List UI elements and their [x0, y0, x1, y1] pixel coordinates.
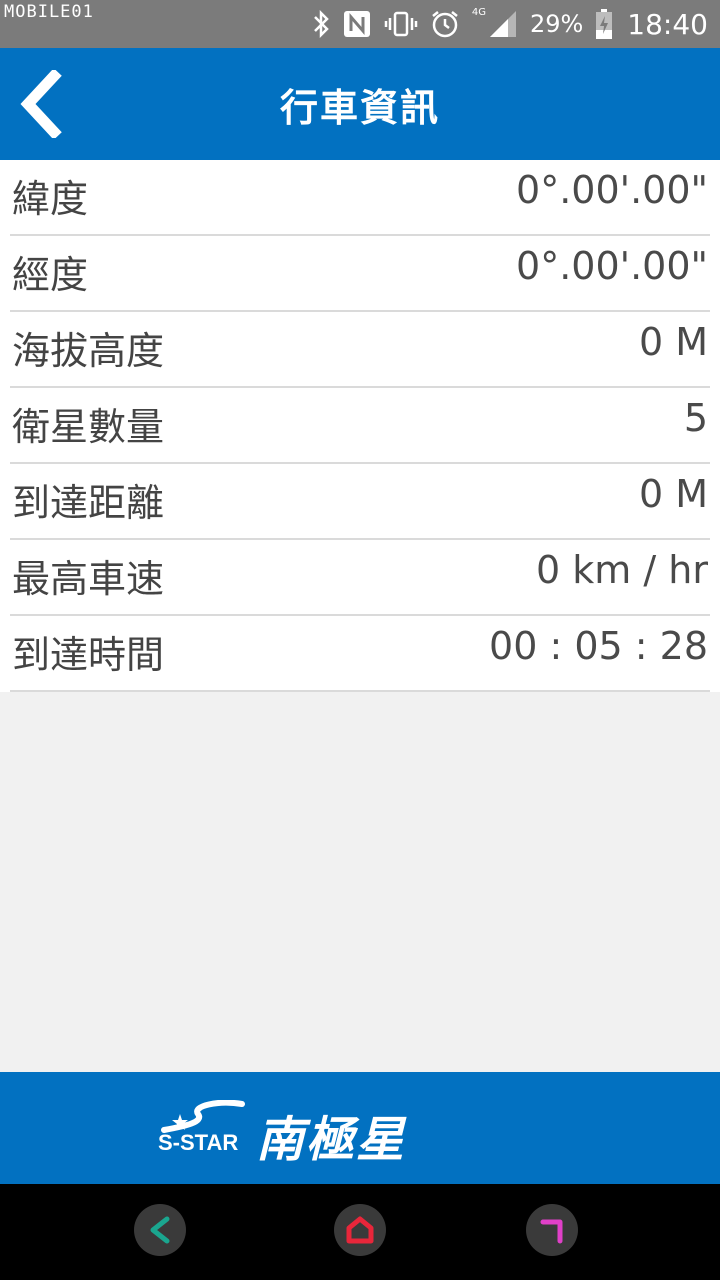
row-value: 0°.00'.00"	[516, 168, 708, 212]
info-row-satellites: 衛星數量 5	[10, 388, 710, 464]
row-value: 0 km / hr	[536, 548, 708, 592]
app-bar: 行車資訊	[0, 48, 720, 160]
info-row-latitude: 緯度 0°.00'.00"	[10, 160, 710, 236]
battery-charging-icon	[596, 9, 613, 39]
brand-logo: S-STAR 南極星	[158, 1100, 428, 1168]
row-label: 到達距離	[12, 481, 165, 525]
recent-apps-icon	[540, 1219, 563, 1244]
row-value: 5	[683, 396, 708, 440]
nav-back-button[interactable]	[134, 1204, 186, 1256]
signal-icon	[489, 11, 516, 37]
back-button[interactable]	[8, 66, 72, 142]
system-nav-bar	[0, 1184, 720, 1280]
vibrate-icon	[384, 11, 418, 37]
nfc-icon	[343, 11, 370, 37]
back-arrow-icon	[150, 1216, 170, 1244]
brand-name-zh: 南極星	[256, 1112, 407, 1168]
network-type-label: 4G	[471, 6, 486, 18]
info-row-longitude: 經度 0°.00'.00"	[10, 236, 710, 312]
status-bar: MOBILE01 4G 29% 18:40	[0, 0, 720, 48]
row-label: 到達時間	[12, 633, 165, 677]
home-icon	[346, 1216, 374, 1244]
row-label: 經度	[12, 253, 89, 297]
alarm-icon	[432, 11, 458, 38]
row-value: 00 : 05 : 28	[489, 624, 708, 668]
clock: 18:40	[627, 7, 708, 41]
brand-banner: S-STAR 南極星	[0, 1072, 720, 1184]
row-label: 海拔高度	[12, 329, 165, 373]
s-star-swoosh-icon	[161, 1100, 245, 1133]
info-row-distance: 到達距離 0 M	[10, 464, 710, 540]
page-title: 行車資訊	[279, 85, 440, 130]
brand-name-en: S-STAR	[158, 1130, 239, 1155]
row-value: 0 M	[638, 472, 708, 516]
info-row-max-speed: 最高車速 0 km / hr	[10, 540, 710, 616]
info-row-arrival-time: 到達時間 00 : 05 : 28	[10, 616, 710, 692]
info-row-altitude: 海拔高度 0 M	[10, 312, 710, 388]
row-label: 最高車速	[12, 557, 165, 601]
row-value: 0 M	[638, 320, 708, 364]
battery-percent: 29%	[529, 10, 584, 38]
watermark: MOBILE01	[4, 2, 94, 22]
bluetooth-icon	[313, 10, 329, 38]
trip-info-list: 緯度 0°.00'.00" 經度 0°.00'.00" 海拔高度 0 M 衛星數…	[0, 160, 720, 692]
nav-home-button[interactable]	[334, 1204, 386, 1256]
status-icons: 4G 29% 18:40	[312, 0, 708, 48]
row-value: 0°.00'.00"	[516, 244, 708, 288]
chevron-left-icon	[20, 70, 62, 138]
row-label: 衛星數量	[12, 405, 165, 449]
nav-recent-apps-button[interactable]	[526, 1204, 578, 1256]
row-label: 緯度	[12, 177, 89, 221]
